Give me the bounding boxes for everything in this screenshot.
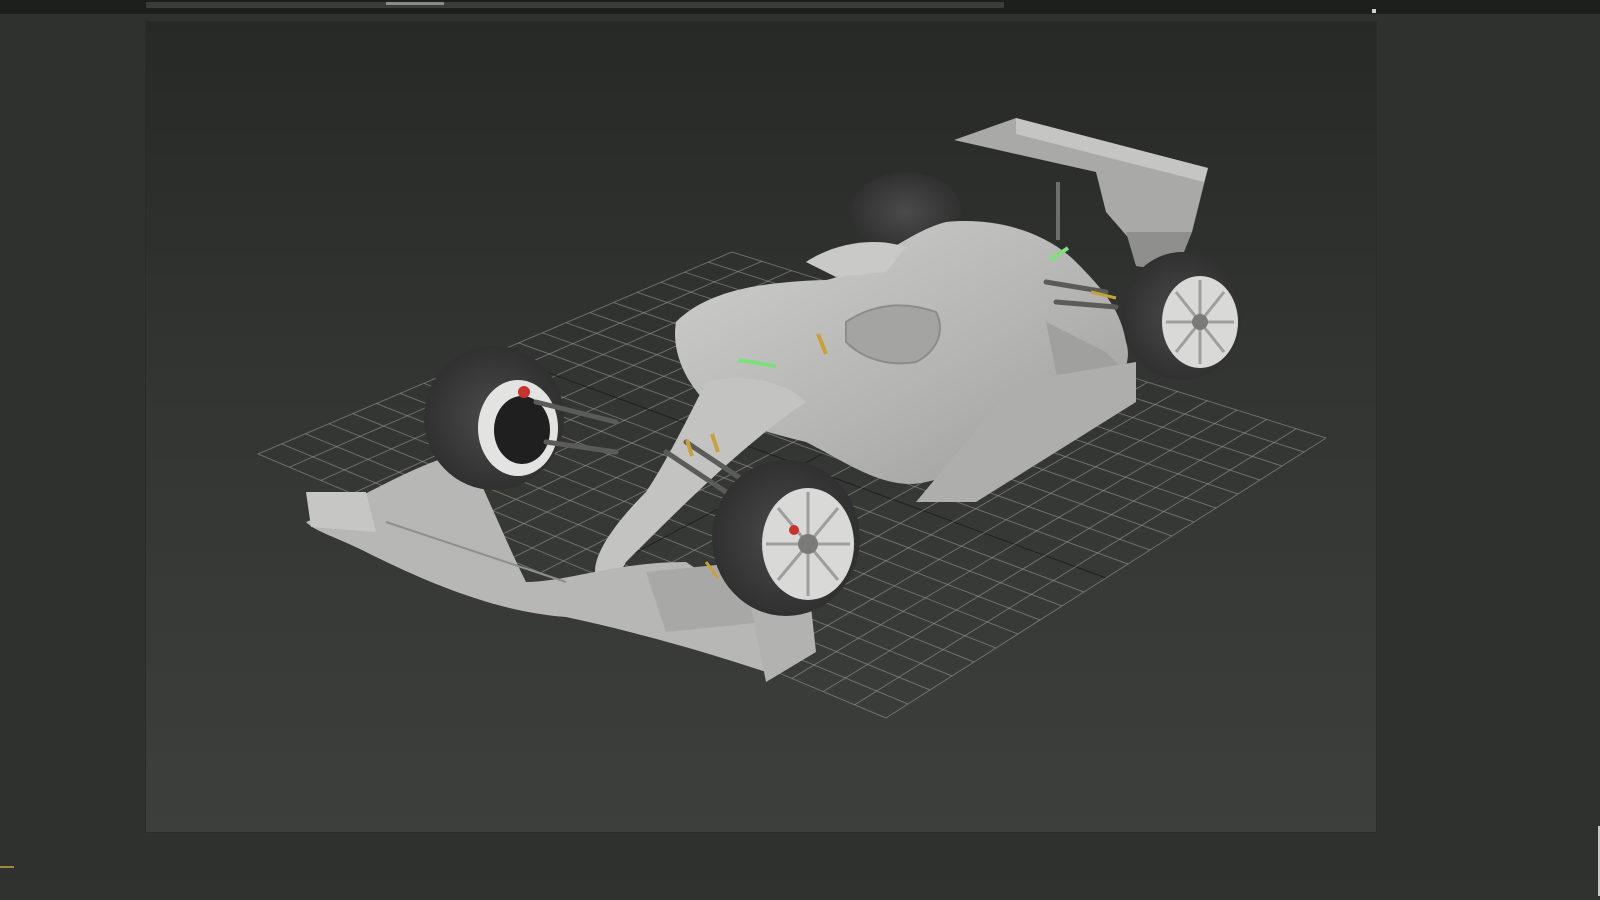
status-bar [0,880,1600,900]
timeline-strip [0,0,1600,14]
axis-gizmo-mark [0,866,14,868]
front-left-wheel[interactable] [424,346,564,490]
time-slider-track[interactable] [146,2,1004,8]
window-indicator [1372,9,1376,13]
app-window [0,0,1600,900]
viewport-3d[interactable] [146,22,1376,832]
scene-canvas[interactable] [146,22,1376,832]
front-right-wheel[interactable] [712,460,860,616]
time-slider-thumb[interactable] [386,2,444,5]
rear-right-wheel[interactable] [1122,252,1242,380]
